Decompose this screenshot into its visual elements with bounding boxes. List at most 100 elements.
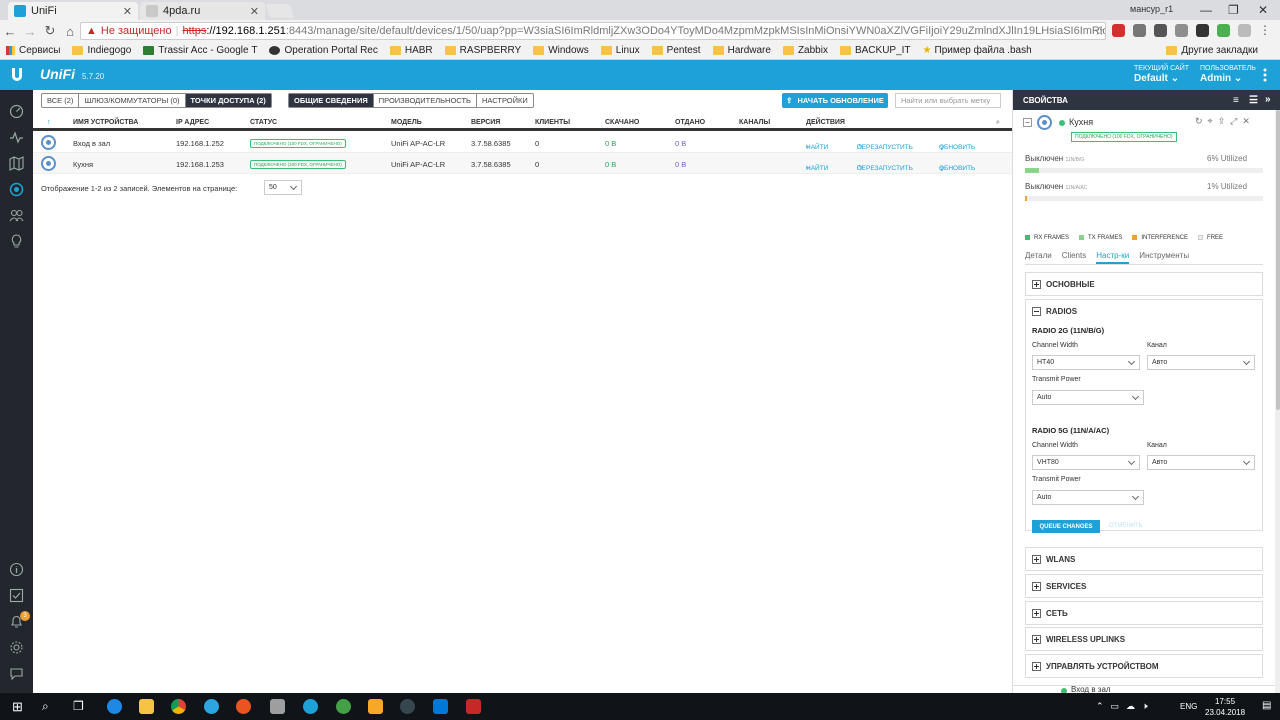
- column-header[interactable]: КАНАЛЫ: [739, 119, 770, 126]
- info-icon[interactable]: [9, 562, 24, 577]
- search-input[interactable]: Найти или выбрать метку: [895, 93, 1001, 108]
- statistics-icon[interactable]: [9, 130, 24, 145]
- bookmark-star-icon[interactable]: ☆: [1094, 24, 1105, 38]
- windows-start-icon[interactable]: ⊞: [12, 699, 23, 715]
- puzzle-extension-icon[interactable]: [1175, 24, 1188, 37]
- computer-app-icon[interactable]: [270, 699, 285, 714]
- tx-power-5g-select[interactable]: Auto: [1032, 490, 1144, 505]
- bookmark-item[interactable]: BACKUP_IT: [839, 45, 911, 56]
- section-manage-device[interactable]: УПРАВЛЯТЬ УСТРОЙСТВОМ: [1025, 654, 1263, 678]
- bookmark-item[interactable]: Trassir Acc - Google Т: [143, 45, 257, 56]
- restore-icon[interactable]: ❐: [1228, 3, 1239, 17]
- channel-2g-select[interactable]: Авто: [1147, 355, 1255, 370]
- filter-access-points[interactable]: ТОЧКИ ДОСТУПА (2): [185, 94, 271, 107]
- back-icon[interactable]: ←: [0, 24, 20, 39]
- next-device-card[interactable]: Вход в зал: [1013, 685, 1275, 693]
- url-bar[interactable]: ▲ Не защищено | https ://192.168.1.251 :…: [80, 22, 1106, 40]
- sort-arrow-icon[interactable]: ↑: [47, 119, 51, 126]
- section-wlans[interactable]: WLANS: [1025, 547, 1263, 571]
- notifications-icon[interactable]: ▤: [1262, 700, 1271, 711]
- bookmark-item[interactable]: ★ Пример файла .bash: [923, 45, 1032, 56]
- close-tab-icon[interactable]: ✕: [250, 5, 259, 18]
- bookmark-item[interactable]: Zabbix: [782, 45, 828, 56]
- ie-app-icon[interactable]: [107, 699, 122, 714]
- panel-scrollbar[interactable]: [1275, 110, 1280, 693]
- bookmark-services[interactable]: Сервисы: [6, 45, 60, 56]
- section-network[interactable]: СЕТЬ: [1025, 601, 1263, 625]
- site-selector[interactable]: ТЕКУЩИЙ САЙТ Default ⌄: [1134, 65, 1189, 84]
- tasks-check-icon[interactable]: [9, 588, 24, 603]
- column-header[interactable]: МОДЕЛЬ: [391, 119, 422, 126]
- tray-icons[interactable]: ⌃▭☁🕨: [1096, 701, 1155, 712]
- tab-clients[interactable]: Clients: [1062, 251, 1086, 264]
- collapse-panel-icon[interactable]: »: [1265, 94, 1271, 105]
- column-header[interactable]: ОТДАНО: [675, 119, 705, 126]
- tab-4pda[interactable]: 4pda.ru ✕: [140, 2, 265, 20]
- telegram-app-icon[interactable]: [204, 699, 219, 714]
- unifi-app-icon[interactable]: [303, 699, 318, 714]
- bookmark-item[interactable]: Indiegogo: [72, 45, 131, 56]
- browser-profile-name[interactable]: мансур_r1: [1130, 4, 1173, 14]
- tab-unifi[interactable]: UniFi ✕: [8, 2, 138, 20]
- dashboard-icon[interactable]: [9, 104, 24, 119]
- remote-desktop-app-icon[interactable]: [433, 699, 448, 714]
- vpn-extension-icon[interactable]: [1217, 24, 1230, 37]
- network-app-icon[interactable]: [336, 699, 351, 714]
- column-header[interactable]: КЛИЕНТЫ: [535, 119, 570, 126]
- devices-icon[interactable]: [9, 182, 24, 197]
- home-icon[interactable]: ⌂: [60, 24, 80, 39]
- view-overview[interactable]: ОБЩИЕ СВЕДЕНИЯ: [289, 94, 374, 107]
- start-upgrade-button[interactable]: ⇪ НАЧАТЬ ОБНОВЛЕНИЕ: [782, 93, 888, 108]
- bookmark-item[interactable]: Linux: [600, 45, 640, 56]
- screenshot-extension-icon[interactable]: [1133, 24, 1146, 37]
- bookmark-item[interactable]: RASPBERRY: [444, 45, 521, 56]
- section-basic[interactable]: ОСНОВНЫЕ: [1025, 272, 1263, 296]
- input-language[interactable]: ENG: [1180, 702, 1197, 711]
- channel-width-5g-select[interactable]: VHT80: [1032, 455, 1140, 470]
- column-header[interactable]: ИМЯ УСТРОЙСТВА: [73, 119, 138, 126]
- security-warning[interactable]: Не защищено: [101, 25, 172, 37]
- close-tab-icon[interactable]: ✕: [123, 5, 132, 18]
- table-row[interactable]: Вход в зал 192.168.1.252 подключено (100…: [33, 132, 1012, 153]
- explorer-app-icon[interactable]: [139, 699, 154, 714]
- bookmark-item[interactable]: Operation Portal Rec: [269, 45, 378, 56]
- column-header[interactable]: IP АДРЕС: [176, 119, 209, 126]
- tab-details[interactable]: Детали: [1025, 251, 1052, 264]
- settings-gear-icon[interactable]: [9, 640, 24, 655]
- tab-tools[interactable]: Инструменты: [1139, 251, 1189, 264]
- cancel-button[interactable]: ОТМЕНИТЬ: [1109, 523, 1143, 529]
- plex-app-icon[interactable]: [368, 699, 383, 714]
- search-column-icon[interactable]: ⌕: [996, 119, 1000, 127]
- profile-extension-icon[interactable]: [1238, 24, 1251, 37]
- new-tab-button[interactable]: [265, 4, 295, 18]
- channel-5g-select[interactable]: Авто: [1147, 455, 1255, 470]
- clock[interactable]: 17:55 23.04.2018: [1205, 696, 1245, 718]
- ubiquiti-logo-icon[interactable]: [10, 67, 24, 83]
- minimize-icon[interactable]: —: [1200, 3, 1212, 17]
- column-header[interactable]: СКАЧАНО: [605, 119, 639, 126]
- forward-icon[interactable]: →: [20, 24, 40, 39]
- view-settings[interactable]: НАСТРОЙКИ: [477, 94, 533, 107]
- menu-dots-icon[interactable]: ⋮: [1259, 24, 1272, 37]
- view-performance[interactable]: ПРОИЗВОДИТЕЛЬНОСТЬ: [374, 94, 477, 107]
- filezilla-app-icon[interactable]: [466, 699, 481, 714]
- bookmark-item[interactable]: Hardware: [712, 45, 771, 56]
- tx-power-2g-select[interactable]: Auto: [1032, 390, 1144, 405]
- column-header[interactable]: СТАТУС: [250, 119, 277, 126]
- more-menu-icon[interactable]: [1263, 68, 1267, 82]
- filter-gateways[interactable]: ШЛЮЗ/КОММУТАТОРЫ (0): [79, 94, 186, 107]
- glasses-extension-icon[interactable]: [1196, 24, 1209, 37]
- chrome-app-icon[interactable]: [171, 699, 186, 714]
- section-wireless-uplinks[interactable]: WIRELESS UPLINKS: [1025, 627, 1263, 651]
- task-view-icon[interactable]: ❐: [73, 699, 84, 713]
- window-close-icon[interactable]: ✕: [1258, 3, 1268, 17]
- device-actions-icons[interactable]: ↻⌖⇪⤢✕: [1195, 116, 1255, 127]
- bookmark-item[interactable]: HABR: [389, 45, 433, 56]
- table-row[interactable]: Кухня 192.168.1.253 подключено (100 FDX,…: [33, 153, 1012, 174]
- page-size-select[interactable]: 50: [264, 180, 302, 195]
- clients-icon[interactable]: [9, 208, 24, 223]
- scroll-thumb[interactable]: [1276, 110, 1280, 410]
- reload-icon[interactable]: ↻: [40, 23, 60, 39]
- bookmark-item[interactable]: Windows: [533, 45, 589, 56]
- map-icon[interactable]: [9, 156, 24, 171]
